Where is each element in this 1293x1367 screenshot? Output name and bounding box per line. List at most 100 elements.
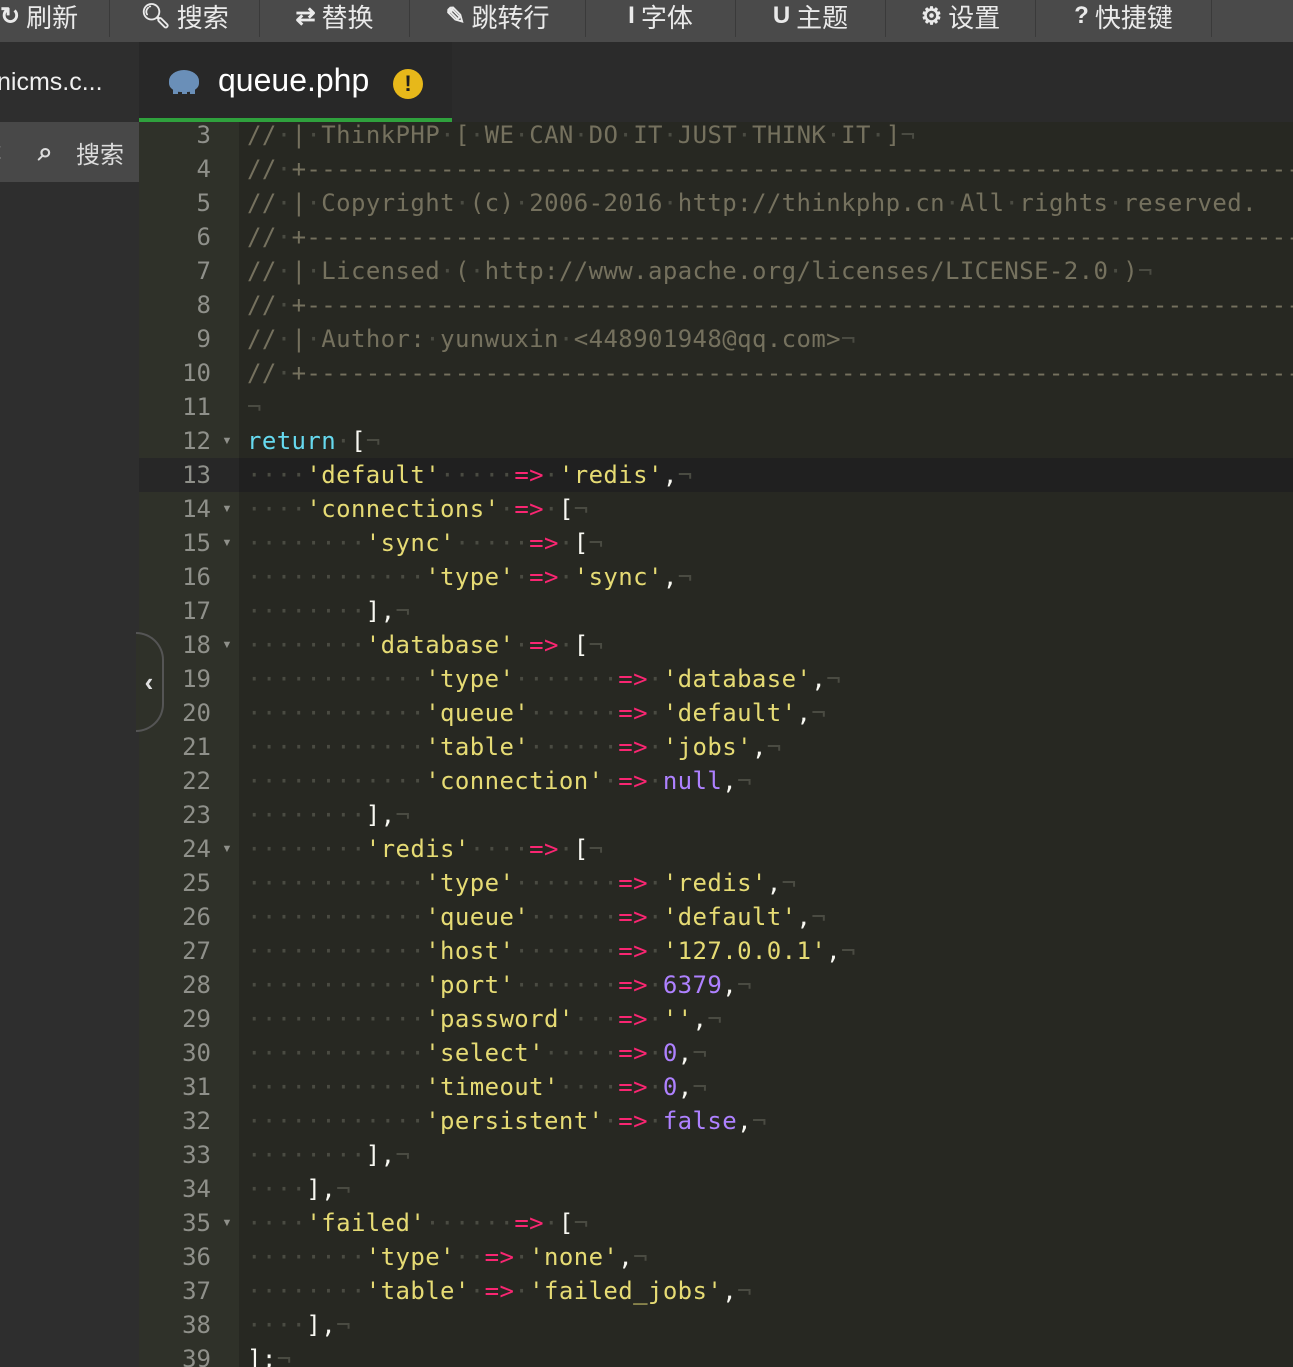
code-line[interactable]: 27 ············'host'·······=>·'127.0.0.1…: [139, 934, 1293, 968]
code-text: ············'queue'······=>·'default',¬: [247, 900, 826, 934]
code-token: 0: [662, 1073, 678, 1101]
code-line[interactable]: 7//·|·Licensed·(·http://www.apache.org/l…: [139, 254, 1293, 288]
code-line[interactable]: 23 ········],¬: [139, 798, 1293, 832]
code-editor[interactable]: 3//·|·ThinkPHP·[·WE·CAN·DO·IT·JUST·THINK…: [139, 122, 1293, 1367]
code-token: IT: [841, 122, 871, 149]
code-line[interactable]: 38 ····],¬: [139, 1308, 1293, 1342]
toolbar-gear-button[interactable]: ⚙ 设置: [886, 0, 1036, 37]
code-line[interactable]: 25 ············'type'·······=>·'redis',¬: [139, 866, 1293, 900]
code-token: ,: [796, 699, 812, 727]
toolbar-theme-button[interactable]: U 主题: [736, 0, 886, 37]
code-token: ····: [469, 835, 530, 863]
code-token: ·: [306, 257, 322, 285]
fold-toggle-icon[interactable]: ▼: [220, 492, 234, 526]
code-line[interactable]: 37 ········'table'·=>·'failed_jobs',¬: [139, 1274, 1293, 1308]
code-line[interactable]: 32 ············'persistent'·=>·false,¬: [139, 1104, 1293, 1138]
code-token: ];: [247, 1345, 277, 1367]
code-line[interactable]: 18 ▼ ········'database'·=>·[¬: [139, 628, 1293, 662]
code-text: ············'host'·······=>·'127.0.0.1',…: [247, 934, 856, 968]
fold-toggle-icon[interactable]: ▼: [220, 526, 234, 560]
toolbar-replace-button[interactable]: ⇄ 替换: [260, 0, 410, 37]
code-line[interactable]: 26 ············'queue'······=>·'default',…: [139, 900, 1293, 934]
code-token: ¬: [588, 529, 604, 557]
code-line[interactable]: 10 //·+----------------------------------…: [139, 356, 1293, 390]
code-line[interactable]: 16 ············'type'·=>·'sync',¬: [139, 560, 1293, 594]
code-token: ·: [276, 155, 292, 183]
toolbar-button-label: 替换: [321, 2, 374, 33]
line-number: 28: [182, 971, 211, 999]
search-icon: 🔍︎: [140, 2, 171, 30]
line-number: 25: [182, 869, 211, 897]
code-token: ],: [306, 1311, 337, 1339]
code-token: ·······: [514, 665, 619, 693]
code-token: ¬: [707, 1005, 723, 1033]
code-token: ·: [647, 767, 663, 795]
toolbar-font-button[interactable]: I 字体: [586, 0, 736, 37]
code-line[interactable]: 5//·|·Copyright·(c)·2006-2016·http://thi…: [139, 186, 1293, 220]
code-line[interactable]: 11 ¬: [139, 390, 1293, 424]
fold-toggle-icon[interactable]: ▼: [220, 1206, 234, 1240]
code-line[interactable]: 17 ········],¬: [139, 594, 1293, 628]
code-line[interactable]: 21 ············'table'······=>·'jobs',¬: [139, 730, 1293, 764]
code-line[interactable]: 29 ············'password'···=>·'',¬: [139, 1002, 1293, 1036]
code-token: //: [247, 122, 277, 149]
code-line[interactable]: 30 ············'select'·····=>·0,¬: [139, 1036, 1293, 1070]
code-token: =>: [618, 1005, 648, 1033]
code-line[interactable]: 39];¬: [139, 1342, 1293, 1367]
code-token: 6379: [662, 971, 723, 999]
code-token: ·: [276, 189, 292, 217]
code-token: 2006-2016: [529, 189, 663, 217]
php-elephant-icon: [169, 70, 199, 94]
code-token: ·····: [454, 529, 530, 557]
code-line[interactable]: 19 ············'type'·······=>·'database'…: [139, 662, 1293, 696]
code-line[interactable]: 4 //·+-----------------------------------…: [139, 152, 1293, 186]
code-token: ······: [529, 699, 619, 727]
sidebar-search-button[interactable]: t ⌕ 搜索: [0, 122, 139, 182]
code-token: //: [247, 291, 277, 319]
toolbar-search-button[interactable]: 🔍︎ 搜索: [110, 0, 260, 37]
code-line[interactable]: 24 ▼ ········'redis'····=>·[¬: [139, 832, 1293, 866]
code-token: =>: [618, 937, 648, 965]
code-token: ············: [247, 699, 426, 727]
code-token: ·: [306, 189, 322, 217]
fold-toggle-icon[interactable]: ▼: [220, 832, 234, 866]
toolbar-help-button[interactable]: ? 快捷键: [1036, 0, 1212, 37]
code-line[interactable]: 12 ▼ return·[¬: [139, 424, 1293, 458]
code-text: ········],¬: [247, 798, 410, 832]
code-token: ·: [336, 427, 351, 455]
code-token: ····: [558, 1073, 619, 1101]
code-token: ·······: [514, 869, 619, 897]
code-line[interactable]: 15 ▼ ········'sync'·····=>·[¬: [139, 526, 1293, 560]
code-line[interactable]: 8 //·+-----------------------------------…: [139, 288, 1293, 322]
collapse-sidebar-handle[interactable]: ‹: [136, 632, 164, 732]
code-line[interactable]: 35 ▼ ····'failed'······=>·[¬: [139, 1206, 1293, 1240]
code-token: 'connection': [425, 767, 604, 795]
code-token: 'connections': [306, 495, 500, 523]
code-line[interactable]: 22 ············'connection'·=>·null,¬: [139, 764, 1293, 798]
code-line[interactable]: 14 ▼ ····'connections'·=>·[¬: [139, 492, 1293, 526]
fold-toggle-icon[interactable]: ▼: [220, 628, 234, 662]
fold-toggle-icon[interactable]: ▼: [220, 424, 234, 458]
code-token: (c): [469, 189, 515, 217]
code-token: =>: [618, 1073, 648, 1101]
code-line[interactable]: 13 ····'default'·····=>·'redis',¬: [139, 458, 1293, 492]
code-token: //: [247, 257, 277, 285]
code-line[interactable]: 33 ········],¬: [139, 1138, 1293, 1172]
code-line[interactable]: 6 //·+-----------------------------------…: [139, 220, 1293, 254]
code-token: //: [247, 223, 277, 251]
code-line[interactable]: 31 ············'timeout'····=>·0,¬: [139, 1070, 1293, 1104]
code-line[interactable]: 28 ············'port'·······=>·6379,¬: [139, 968, 1293, 1002]
code-token: 'database': [365, 631, 515, 659]
code-line[interactable]: 34 ····],¬: [139, 1172, 1293, 1206]
code-token: null: [662, 767, 723, 795]
code-line[interactable]: 36 ········'type'··=>·'none',¬: [139, 1240, 1293, 1274]
code-token: ············: [247, 767, 426, 795]
code-line[interactable]: 9//·|·Author:·yunwuxin·<448901948@qq.com…: [139, 322, 1293, 356]
toolbar-pin-button[interactable]: ✎ 跳转行: [410, 0, 586, 37]
sidebar-tab[interactable]: nicms.c...: [0, 42, 139, 122]
toolbar-refresh-button[interactable]: ↻ 刷新: [0, 0, 110, 37]
code-line[interactable]: 3//·|·ThinkPHP·[·WE·CAN·DO·IT·JUST·THINK…: [139, 122, 1293, 152]
code-token: ¬: [336, 1311, 351, 1339]
code-line[interactable]: 20 ············'queue'······=>·'default',…: [139, 696, 1293, 730]
tab-queue-php[interactable]: queue.php !: [139, 42, 452, 122]
